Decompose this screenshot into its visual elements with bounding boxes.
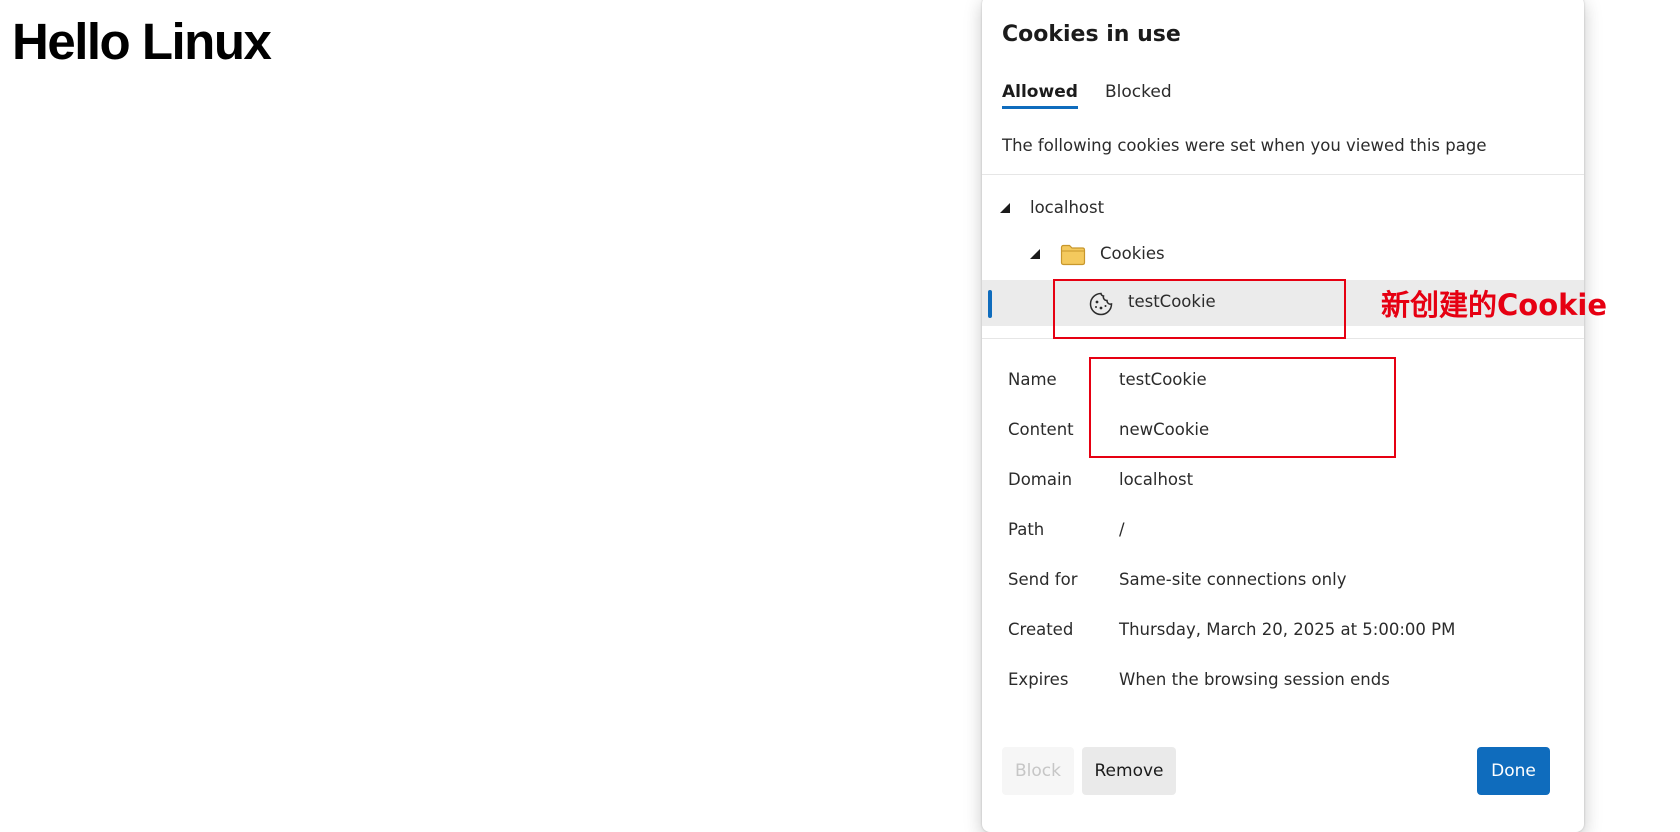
caret-expanded-icon[interactable] <box>1000 203 1010 213</box>
folder-icon <box>1060 244 1086 266</box>
block-button[interactable]: Block <box>1002 747 1074 795</box>
tree-item-host[interactable]: localhost <box>982 186 1584 232</box>
caret-expanded-icon[interactable] <box>1030 249 1040 259</box>
detail-created-label: Created <box>1008 620 1074 639</box>
dialog-title: Cookies in use <box>1002 22 1181 47</box>
selection-indicator <box>988 290 992 318</box>
annotation-label: 新创建的Cookie <box>1381 288 1608 322</box>
tab-blocked[interactable]: Blocked <box>1105 82 1172 106</box>
annotation-box-details <box>1089 357 1396 458</box>
detail-expires-label: Expires <box>1008 670 1069 689</box>
page-heading: Hello Linux <box>12 13 272 70</box>
dialog-description: The following cookies were set when you … <box>1002 136 1487 155</box>
detail-path-value: / <box>1119 520 1125 539</box>
detail-domain-value: localhost <box>1119 470 1194 489</box>
detail-name-label: Name <box>1008 370 1057 389</box>
tree-item-label: localhost <box>1030 198 1105 217</box>
detail-send-for-value: Same-site connections only <box>1119 570 1347 589</box>
detail-expires-value: When the browsing session ends <box>1119 670 1390 689</box>
remove-button[interactable]: Remove <box>1082 747 1176 795</box>
detail-send-for-label: Send for <box>1008 570 1078 589</box>
tree-item-label: Cookies <box>1100 244 1165 263</box>
detail-domain-label: Domain <box>1008 470 1073 489</box>
tree-item-cookies-folder[interactable]: Cookies <box>982 232 1584 278</box>
done-button[interactable]: Done <box>1477 747 1550 795</box>
tab-allowed[interactable]: Allowed <box>1002 82 1078 109</box>
detail-path-label: Path <box>1008 520 1045 539</box>
detail-content-label: Content <box>1008 420 1074 439</box>
annotation-box-cookie <box>1053 279 1346 339</box>
detail-created-value: Thursday, March 20, 2025 at 5:00:00 PM <box>1119 620 1456 639</box>
divider <box>982 174 1584 175</box>
